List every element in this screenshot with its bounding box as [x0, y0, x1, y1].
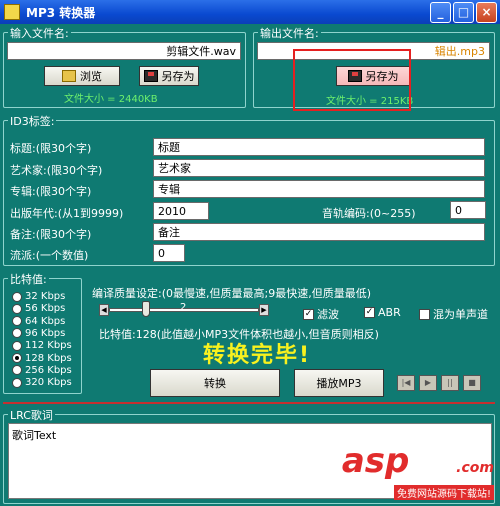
title-bar: MP3 转换器 _ □ × — [0, 0, 500, 24]
disk-icon — [143, 70, 158, 82]
radio-dot[interactable] — [12, 303, 22, 314]
album-field[interactable]: 专辑 — [153, 180, 485, 198]
comment-label: 备注:(限30个字) — [10, 228, 92, 241]
bitrate-option-label: 320 Kbps — [25, 377, 72, 389]
track-label: 音轨编码:(0~255) — [322, 207, 416, 220]
folder-icon — [62, 70, 76, 82]
watermark-logo: aspku.com 免费网站源码下载站! — [342, 444, 494, 500]
bitrate-option-label: 128 Kbps — [25, 352, 72, 364]
input-saveas-button[interactable]: 另存为 — [139, 66, 199, 86]
status-done-text: 转换完毕! — [203, 343, 312, 368]
bitrate-option-label: 112 Kbps — [25, 340, 72, 352]
slider-thumb[interactable] — [142, 301, 150, 317]
bitrate-option[interactable]: 64 Kbps — [12, 316, 65, 327]
bitrate-option-label: 96 Kbps — [25, 327, 66, 339]
watermark-subtitle: 免费网站源码下载站! — [393, 485, 494, 500]
play-mp3-button[interactable]: 播放MP3 — [294, 369, 384, 397]
title-label: 标题:(限30个字) — [10, 142, 92, 155]
mono-label: 混为单声道 — [433, 308, 488, 321]
abr-checkbox[interactable]: ✓ ABR — [364, 306, 401, 319]
input-group-title: 输入文件名: — [8, 25, 71, 41]
input-saveas-label: 另存为 — [161, 70, 195, 83]
comment-field[interactable]: 备注 — [153, 223, 485, 241]
bitrate-option[interactable]: 320 Kbps — [12, 377, 72, 388]
radio-dot[interactable] — [12, 365, 22, 376]
minimize-button[interactable]: _ — [430, 2, 451, 23]
media-pause-icon[interactable]: || — [441, 375, 459, 391]
browse-label: 浏览 — [80, 70, 102, 83]
mono-checkbox[interactable]: 混为单声道 — [419, 306, 488, 322]
watermark-text: aspku.com — [341, 441, 494, 481]
id3-group-title: ID3标签: — [8, 113, 57, 129]
bitrate-option[interactable]: 96 Kbps — [12, 328, 65, 339]
slider-left-arrow[interactable]: ◀ — [99, 304, 109, 316]
divider — [3, 402, 495, 404]
radio-dot[interactable] — [12, 291, 22, 302]
highlight-box — [293, 49, 411, 111]
lyrics-group-title: LRC歌词 — [8, 407, 55, 423]
bitrate-option-label: 64 Kbps — [25, 315, 66, 327]
app-icon — [4, 4, 20, 20]
slider-right-arrow[interactable]: ▶ — [259, 304, 269, 316]
quality-value: 2 — [180, 302, 187, 313]
window-title: MP3 转换器 — [26, 5, 96, 20]
radio-dot[interactable] — [12, 377, 22, 388]
media-play-icon[interactable]: ▶ — [419, 375, 437, 391]
bitrate-option-label: 256 Kbps — [25, 364, 72, 376]
browse-button[interactable]: 浏览 — [44, 66, 120, 86]
abr-box[interactable]: ✓ — [364, 307, 375, 318]
close-button[interactable]: × — [476, 2, 497, 23]
filter-checkbox[interactable]: ✓ 滤波 — [303, 306, 339, 322]
output-group-title: 输出文件名: — [258, 25, 321, 41]
bitrate-option[interactable]: 128 Kbps — [12, 353, 72, 364]
maximize-button[interactable]: □ — [453, 2, 474, 23]
window-controls: _ □ × — [430, 2, 497, 23]
abr-label: ABR — [378, 306, 401, 319]
media-prev-icon[interactable]: |◀ — [397, 375, 415, 391]
bitrate-option[interactable]: 32 Kbps — [12, 291, 65, 302]
year-label: 出版年代:(从1到9999) — [10, 207, 124, 220]
radio-dot[interactable] — [12, 340, 22, 351]
filter-box[interactable]: ✓ — [303, 308, 314, 320]
mono-box[interactable] — [419, 308, 430, 320]
input-filename-field[interactable]: 剪辑文件.wav — [7, 42, 241, 60]
radio-dot[interactable] — [12, 353, 22, 363]
radio-dot[interactable] — [12, 328, 22, 339]
input-file-size: 文件大小 = 2440KB — [64, 94, 158, 105]
artist-label: 艺术家:(限30个字) — [10, 164, 103, 177]
year-field[interactable]: 2010 — [153, 202, 209, 220]
genre-label: 流派:(一个数值) — [10, 249, 89, 262]
filter-label: 滤波 — [317, 308, 339, 321]
convert-button[interactable]: 转换 — [150, 369, 280, 397]
bitrate-option[interactable]: 112 Kbps — [12, 340, 72, 351]
album-label: 专辑:(限30个字) — [10, 185, 92, 198]
bitrate-option[interactable]: 56 Kbps — [12, 303, 65, 314]
track-field[interactable]: 0 — [450, 201, 486, 219]
bitrate-option-label: 32 Kbps — [25, 291, 66, 302]
genre-field[interactable]: 0 — [153, 244, 185, 262]
bitrate-option[interactable]: 256 Kbps — [12, 365, 72, 376]
bitrate-group-title: 比特值: — [8, 271, 49, 287]
title-field[interactable]: 标题 — [153, 138, 485, 156]
quality-label: 编译质量设定:(0最慢速,但质量最高;9最快速,但质量最低) — [92, 287, 371, 300]
bitrate-option-label: 56 Kbps — [25, 303, 66, 315]
artist-field[interactable]: 艺术家 — [153, 159, 485, 177]
radio-dot[interactable] — [12, 316, 22, 327]
media-stop-icon[interactable]: ■ — [463, 375, 481, 391]
